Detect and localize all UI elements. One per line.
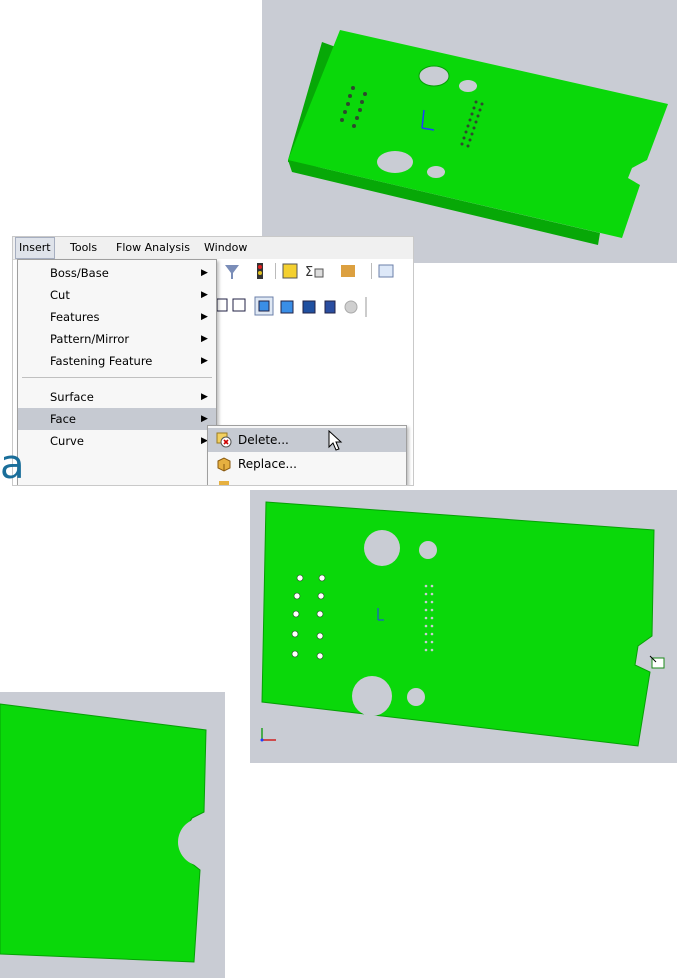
- menu-item-boss-base[interactable]: Boss/Base ▶: [18, 262, 216, 284]
- display-icon: [341, 265, 355, 277]
- menu-flow-analysis[interactable]: Flow Analysis: [113, 237, 193, 259]
- partial-icon: [219, 481, 229, 485]
- menu-item-face[interactable]: Face ▶: [18, 408, 216, 430]
- submenu-arrow-icon: ▶: [201, 392, 208, 402]
- submenu-item-delete[interactable]: Delete...: [208, 428, 406, 452]
- svg-text:Σ: Σ: [305, 265, 313, 280]
- submenu-item-partial: [208, 476, 406, 485]
- submenu-arrow-icon: ▶: [201, 356, 208, 366]
- top-view-plate-graphic: [260, 501, 665, 747]
- grid-icon: [282, 263, 298, 279]
- menu-separator: [22, 377, 212, 378]
- view-cube-icon: [216, 296, 358, 316]
- viewport-top-view: [250, 490, 677, 763]
- face-select-cursor-icon: [649, 655, 665, 669]
- menu-item-curve[interactable]: Curve ▶: [18, 430, 216, 452]
- submenu-arrow-icon: ▶: [201, 312, 208, 322]
- submenu-arrow-icon: ▶: [201, 268, 208, 278]
- partial-plate-graphic: [0, 703, 225, 963]
- submenu-arrow-icon: ▶: [201, 334, 208, 344]
- toolbar-area: Σ: [215, 259, 413, 339]
- viewport-partial-view: [0, 692, 225, 978]
- menu-item-surface[interactable]: Surface ▶: [18, 386, 216, 408]
- submenu-item-replace[interactable]: Replace...: [208, 452, 406, 476]
- menu-item-pattern-mirror[interactable]: Pattern/Mirror ▶: [18, 328, 216, 350]
- delete-face-icon: [216, 432, 232, 448]
- menu-window[interactable]: Window: [201, 237, 250, 259]
- face-submenu: Delete... Replace...: [207, 425, 407, 485]
- viewport-isometric: [262, 0, 677, 263]
- replace-face-icon: [217, 457, 231, 472]
- menu-bar: Insert Tools Flow Analysis Window: [13, 237, 413, 260]
- menu-tools[interactable]: Tools: [67, 237, 100, 259]
- overlay-glyph: a: [0, 442, 25, 488]
- filter-icon: [225, 265, 239, 279]
- traffic-light-icon: [257, 263, 263, 279]
- insert-menu-screenshot: Insert Tools Flow Analysis Window Σ Boss…: [12, 236, 414, 486]
- menu-item-cut[interactable]: Cut ▶: [18, 284, 216, 306]
- menu-item-fastening-feature[interactable]: Fastening Feature ▶: [18, 350, 216, 372]
- insert-dropdown: Boss/Base ▶ Cut ▶ Features ▶ Pattern/Mirror…: [17, 259, 217, 485]
- sigma-icon: Σ: [305, 265, 324, 280]
- menu-item-features[interactable]: Features ▶: [18, 306, 216, 328]
- submenu-arrow-icon: ▶: [201, 290, 208, 300]
- menu-insert[interactable]: Insert: [15, 237, 55, 259]
- isometric-plate-graphic: [288, 30, 668, 245]
- mouse-pointer-icon: [328, 430, 343, 451]
- triad-icon: [260, 728, 276, 742]
